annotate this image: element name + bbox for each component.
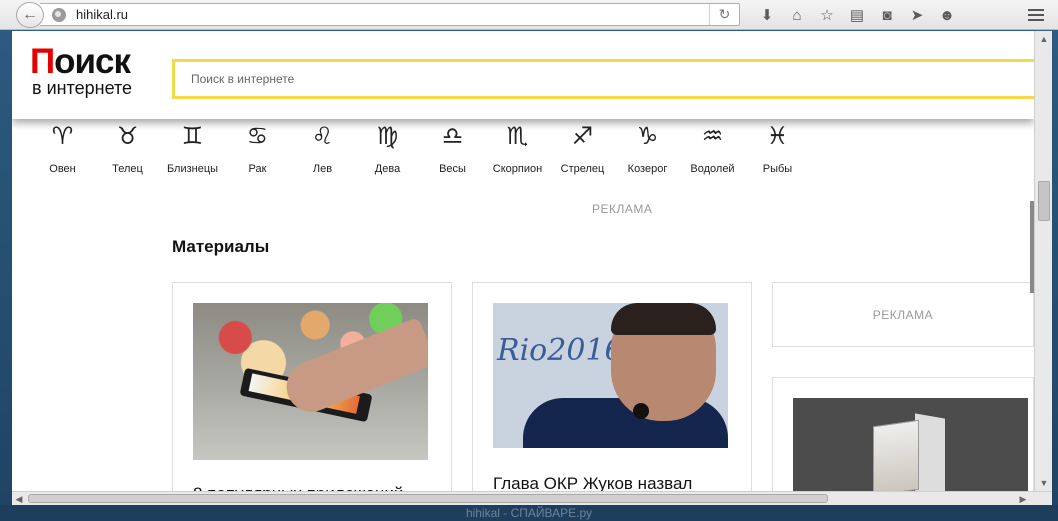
send-icon[interactable]: ➤ bbox=[902, 0, 932, 30]
scroll-left-icon[interactable]: ◀ bbox=[12, 492, 26, 506]
globe-icon bbox=[52, 8, 66, 22]
desktop-bottom: hihikal - СПАЙВАРЕ.ру bbox=[0, 505, 1058, 521]
zodiac-label: Близнецы bbox=[166, 163, 219, 175]
zodiac-item[interactable]: ♊ Близнецы bbox=[160, 119, 225, 175]
zodiac-label: Рыбы bbox=[762, 163, 793, 175]
zodiac-item[interactable]: ♓ Рыбы bbox=[745, 119, 810, 175]
zodiac-sign-icon: ♒ bbox=[701, 122, 724, 150]
article-card[interactable]: 8 популярных приложений bbox=[172, 282, 452, 491]
toolbar-icons: ⬇ ⌂ ☆ ▤ ◙ ➤ ☻ bbox=[752, 0, 962, 30]
horizontal-scrollbar[interactable]: ◀ ▶ bbox=[12, 491, 1052, 505]
zodiac-item[interactable]: ♒ Водолей bbox=[680, 119, 745, 175]
scroll-up-icon[interactable]: ▲ bbox=[1035, 31, 1053, 47]
article-image-rio[interactable]: Rio2016 bbox=[493, 303, 728, 448]
reading-list-icon[interactable]: ▤ bbox=[842, 0, 872, 30]
ad-label: РЕКЛАМА bbox=[592, 202, 653, 216]
article-title[interactable]: 8 популярных приложений bbox=[193, 483, 403, 491]
zodiac-item[interactable]: ♑ Козерог bbox=[615, 119, 680, 175]
zodiac-sign-icon: ♓ bbox=[766, 122, 789, 150]
search-box bbox=[172, 59, 1034, 99]
zodiac-label: Водолей bbox=[690, 163, 735, 175]
zodiac-sign-icon: ♏ bbox=[506, 122, 529, 150]
article-image-photo[interactable] bbox=[793, 398, 1028, 491]
article-title[interactable]: Глава ОКР Жуков назвал bbox=[493, 473, 692, 491]
watermark-text: hihikal - СПАЙВАРЕ.ру bbox=[465, 506, 593, 520]
zodiac-sign-icon: ♉ bbox=[116, 122, 139, 150]
back-arrow-icon: ← bbox=[22, 6, 38, 23]
desktop-frame-right bbox=[1052, 30, 1058, 505]
back-button[interactable]: ← bbox=[16, 2, 44, 28]
url-text[interactable]: hihikal.ru bbox=[76, 7, 128, 22]
vertical-scrollbar[interactable]: ▲ ▼ bbox=[1034, 31, 1052, 491]
zodiac-sign-icon: ♍ bbox=[376, 122, 399, 150]
zodiac-label: Стрелец bbox=[560, 163, 605, 175]
download-icon[interactable]: ⬇ bbox=[752, 0, 782, 30]
search-input[interactable] bbox=[175, 62, 1034, 96]
zodiac-label: Скорпион bbox=[492, 163, 543, 175]
zodiac-item[interactable]: ♈ Овен bbox=[30, 119, 95, 175]
zodiac-item[interactable]: ♐ Стрелец bbox=[550, 119, 615, 175]
zodiac-label: Телец bbox=[112, 163, 143, 175]
zodiac-label: Лев bbox=[312, 163, 333, 175]
rio-logo-text: Rio2016 bbox=[497, 333, 624, 368]
menu-hamburger-icon[interactable] bbox=[1024, 3, 1048, 27]
zodiac-label: Овен bbox=[49, 163, 76, 175]
zodiac-list: ♈ Овен ♉ Телец ♊ Близнецы ♋ Рак ♌ Лев ♍ Дева ♎ Весы ♏ С… bbox=[30, 119, 810, 175]
zodiac-label: Дева bbox=[374, 163, 401, 175]
zodiac-sign-icon: ♊ bbox=[181, 122, 204, 150]
address-bar[interactable]: hihikal.ru ↻ bbox=[40, 3, 740, 26]
pocket-icon[interactable]: ◙ bbox=[872, 0, 902, 30]
browser-toolbar: hihikal.ru ↻ ← ⬇ ⌂ ☆ ▤ ◙ ➤ ☻ bbox=[0, 0, 1058, 30]
bookmark-star-icon[interactable]: ☆ bbox=[812, 0, 842, 30]
zodiac-item[interactable]: ♌ Лев bbox=[290, 119, 355, 175]
zodiac-sign-icon: ♋ bbox=[246, 122, 269, 150]
scroll-down-icon[interactable]: ▼ bbox=[1035, 475, 1053, 491]
zodiac-sign-icon: ♐ bbox=[571, 122, 594, 150]
article-card[interactable]: Rio2016 Глава ОКР Жуков назвал bbox=[472, 282, 752, 491]
zodiac-item[interactable]: ♎ Весы bbox=[420, 119, 485, 175]
zodiac-sign-icon: ♑ bbox=[636, 122, 659, 150]
scroll-right-icon[interactable]: ▶ bbox=[1016, 492, 1030, 506]
scroll-thumb[interactable] bbox=[1038, 181, 1050, 221]
zodiac-label: Рак bbox=[248, 163, 267, 175]
site-header: Поиск в интернете bbox=[12, 31, 1034, 119]
zodiac-label: Козерог bbox=[627, 163, 668, 175]
desktop-frame-left bbox=[0, 30, 12, 505]
section-title: Материалы bbox=[172, 237, 270, 256]
article-image-phone[interactable] bbox=[193, 303, 428, 460]
logo-letter: П bbox=[30, 42, 55, 81]
chat-icon[interactable]: ☻ bbox=[932, 0, 962, 30]
ad-card[interactable]: РЕКЛАМА bbox=[772, 282, 1034, 347]
logo-word: оиск bbox=[54, 42, 131, 81]
hscroll-thumb[interactable] bbox=[28, 494, 828, 503]
zodiac-item[interactable]: ♋ Рак bbox=[225, 119, 290, 175]
web-page: Поиск в интернете ♈ Овен ♉ Телец ♊ Близнецы ♋ Р… bbox=[12, 31, 1034, 491]
zodiac-sign-icon: ♎ bbox=[441, 122, 464, 150]
zodiac-sign-icon: ♌ bbox=[311, 122, 334, 150]
zodiac-item[interactable]: ♏ Скорпион bbox=[485, 119, 550, 175]
article-card[interactable] bbox=[772, 377, 1034, 491]
site-logo[interactable]: Поиск в интернете bbox=[30, 42, 133, 98]
logo-subtitle: в интернете bbox=[32, 78, 133, 98]
zodiac-sign-icon: ♈ bbox=[51, 122, 74, 150]
zodiac-label: Весы bbox=[439, 163, 466, 175]
reload-icon[interactable]: ↻ bbox=[709, 4, 739, 25]
zodiac-item[interactable]: ♍ Дева bbox=[355, 119, 420, 175]
zodiac-item[interactable]: ♉ Телец bbox=[95, 119, 160, 175]
microphone-icon bbox=[633, 403, 649, 419]
home-icon[interactable]: ⌂ bbox=[782, 0, 812, 30]
